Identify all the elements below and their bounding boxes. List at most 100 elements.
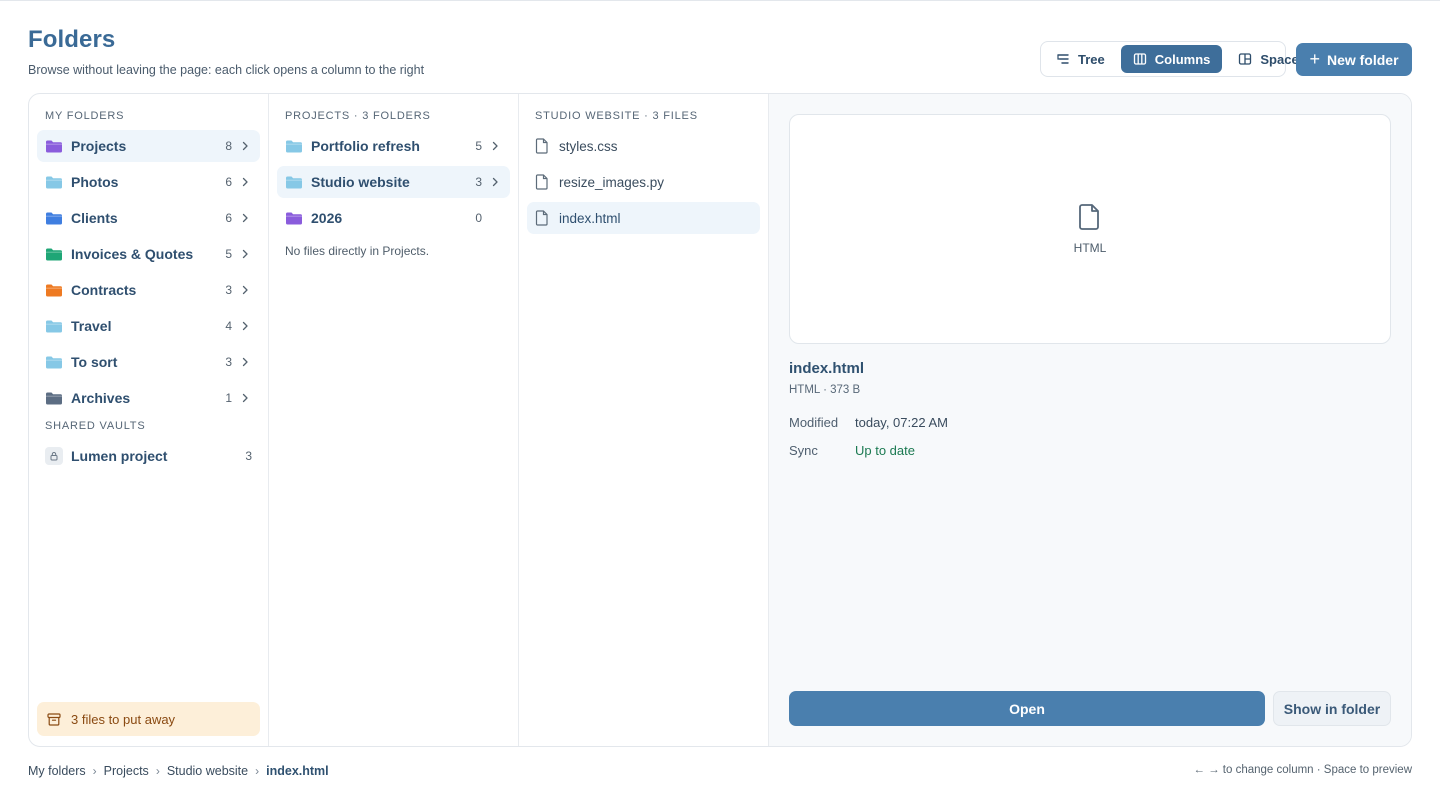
file-item[interactable]: styles.css — [527, 130, 760, 162]
chevron-right-icon — [242, 357, 248, 367]
file-icon — [535, 174, 548, 190]
item-count: 5 — [225, 247, 232, 261]
folder-icon — [286, 140, 302, 153]
modified-value: today, 07:22 AM — [855, 415, 948, 430]
item-count: 6 — [225, 175, 232, 189]
file-label: resize_images.py — [559, 174, 665, 190]
file-label: index.html — [559, 210, 621, 226]
shared-vaults-heading: SHARED VAULTS — [45, 420, 146, 432]
preview-pane: HTML index.html HTML · 373 B Modified to… — [769, 94, 1411, 746]
item-count: 4 — [225, 319, 232, 333]
folder-icon — [46, 248, 62, 261]
folder-icon — [46, 284, 62, 297]
folder-label: Travel — [71, 318, 112, 334]
view-switch: Tree Columns Space — [1040, 41, 1299, 77]
folder-icon — [46, 392, 62, 405]
folder-item[interactable]: Photos 6 — [37, 166, 260, 198]
space-icon — [1239, 53, 1252, 65]
breadcrumb-item[interactable]: Studio website — [167, 764, 248, 778]
view-columns-button[interactable]: Columns — [1120, 45, 1223, 73]
item-count: 6 — [225, 211, 232, 225]
document-icon — [1079, 204, 1099, 230]
new-folder-button[interactable]: + New folder — [1296, 43, 1412, 76]
file-preview[interactable]: HTML — [789, 114, 1391, 344]
folder-label: Archives — [71, 390, 131, 406]
folder-icon — [46, 356, 62, 369]
folder-label: Portfolio refresh — [311, 138, 420, 154]
folder-item[interactable]: Travel 4 — [37, 310, 260, 342]
folder-icon — [46, 212, 62, 225]
chevron-right-icon — [242, 177, 248, 187]
item-count: 5 — [475, 139, 482, 153]
preview-file-meta: HTML · 373 B — [789, 384, 861, 396]
projects-list: Portfolio refresh 5 Studio website 3 2026 0 — [269, 130, 518, 234]
chevron-right-icon — [242, 213, 248, 223]
page-title: Folders — [28, 26, 116, 53]
empty-note: No files directly in Projects. — [285, 244, 430, 258]
folder-item[interactable]: Contracts 3 — [37, 274, 260, 306]
folder-item[interactable]: Archives 1 — [37, 382, 260, 414]
preview-file-name: index.html — [789, 360, 865, 377]
item-count: 8 — [225, 139, 232, 153]
top-divider — [0, 0, 1440, 1]
file-item[interactable]: resize_images.py — [527, 166, 760, 198]
chevron-right-icon — [242, 393, 248, 403]
chevron-right-icon — [242, 285, 248, 295]
breadcrumb-item[interactable]: My folders — [28, 764, 86, 778]
chevron-right-icon — [242, 249, 248, 259]
folder-icon — [286, 176, 302, 189]
sync-key: Sync — [789, 443, 818, 458]
view-tree-button[interactable]: Tree — [1044, 45, 1117, 73]
put-away-banner[interactable]: 3 files to put away — [37, 702, 260, 736]
item-count: 3 — [225, 283, 232, 297]
folders-column: MY FOLDERS Projects 8 Photos 6 Clients 6 Invoi… — [29, 94, 269, 746]
files-column: STUDIO WEBSITE · 3 FILES styles.css resiz… — [519, 94, 769, 746]
chevron-right-icon — [492, 141, 498, 151]
modified-key: Modified — [789, 415, 839, 430]
folder-icon — [46, 176, 62, 189]
item-count: 3 — [475, 175, 482, 189]
file-icon — [535, 138, 548, 154]
folder-item[interactable]: 2026 0 — [277, 202, 510, 234]
view-columns-label: Columns — [1154, 51, 1211, 67]
folder-item[interactable]: Projects 8 — [37, 130, 260, 162]
my-folders-list: Projects 8 Photos 6 Clients 6 Invoices & Quote… — [29, 130, 268, 414]
folder-label: Studio website — [311, 174, 410, 190]
projects-column: PROJECTS · 3 FOLDERS Portfolio refresh 5 S… — [269, 94, 519, 746]
chevron-right-icon — [242, 321, 248, 331]
item-count: 0 — [475, 211, 482, 225]
breadcrumb-separator: › — [155, 764, 160, 778]
page-header: Folders Browse without leaving the page:… — [28, 26, 424, 77]
plus-icon: + — [1309, 48, 1320, 69]
folder-item[interactable]: Clients 6 — [37, 202, 260, 234]
chevron-right-icon — [242, 141, 248, 151]
preview-type-label: HTML — [1073, 241, 1107, 255]
view-tree-label: Tree — [1078, 51, 1105, 67]
shared-vault-label: Lumen project — [71, 448, 168, 464]
folder-item[interactable]: Invoices & Quotes 5 — [37, 238, 260, 270]
file-label: styles.css — [559, 138, 618, 154]
folder-icon — [286, 212, 302, 225]
file-item[interactable]: index.html — [527, 202, 760, 234]
page-subtitle: Browse without leaving the page: each cl… — [28, 63, 425, 77]
tree-icon — [1057, 54, 1069, 64]
folder-label: To sort — [71, 354, 118, 370]
folder-icon — [46, 320, 62, 333]
shared-vault-lumen-project[interactable]: Lumen project 3 — [37, 440, 260, 472]
keyboard-hint: ← → to change column · Space to preview — [1193, 764, 1412, 776]
folder-item[interactable]: To sort 3 — [37, 346, 260, 378]
show-in-folder-button[interactable]: Show in folder — [1273, 691, 1391, 726]
lock-icon — [45, 447, 63, 465]
columns-icon — [1133, 53, 1146, 65]
column-browser: MY FOLDERS Projects 8 Photos 6 Clients 6 Invoi… — [28, 93, 1412, 747]
open-button[interactable]: Open — [789, 691, 1265, 726]
files-list: styles.css resize_images.py index.html — [519, 130, 768, 234]
folder-item[interactable]: Portfolio refresh 5 — [277, 130, 510, 162]
folder-label: 2026 — [311, 210, 343, 226]
breadcrumb-item: index.html — [266, 764, 329, 778]
breadcrumb-item[interactable]: Projects — [104, 764, 149, 778]
breadcrumb: My folders › Projects › Studio website › index… — [28, 764, 329, 778]
folder-label: Contracts — [71, 282, 137, 298]
breadcrumb-separator: › — [255, 764, 260, 778]
folder-item[interactable]: Studio website 3 — [277, 166, 510, 198]
